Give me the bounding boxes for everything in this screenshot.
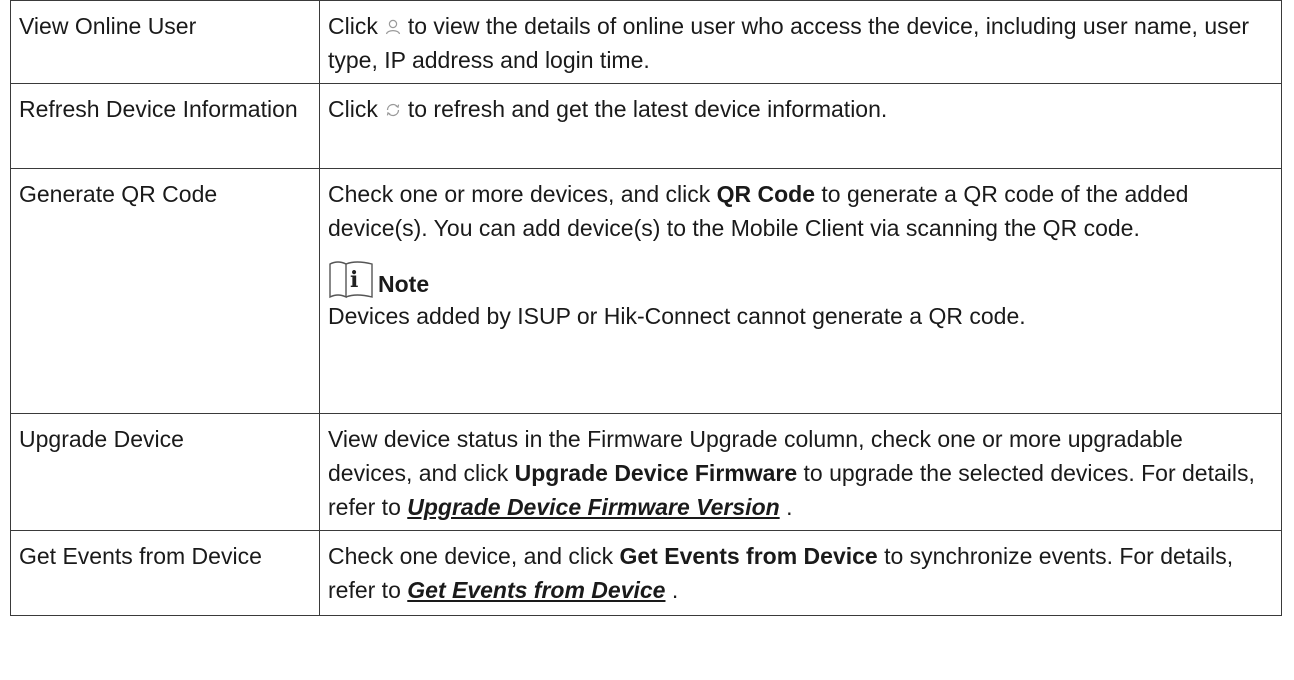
feature-name: Upgrade Device bbox=[19, 426, 184, 452]
cross-reference-link[interactable]: Get Events from Device bbox=[407, 577, 665, 603]
ui-term-bold: Upgrade Device Firmware bbox=[514, 460, 798, 486]
desc-text-segment: Click bbox=[328, 96, 378, 122]
table-row: Get Events from Device Check one device,… bbox=[10, 530, 1282, 616]
info-note-icon: i bbox=[329, 261, 373, 299]
feature-cell: View Online User bbox=[10, 0, 320, 84]
table-row: Refresh Device Information Click to refre… bbox=[10, 83, 1282, 169]
feature-table: View Online User Click to view the detail… bbox=[10, 0, 1282, 616]
table-row: Generate QR Code Check one or more devic… bbox=[10, 168, 1282, 414]
svg-text:i: i bbox=[350, 267, 358, 293]
description-text: Check one or more devices, and click QR … bbox=[328, 177, 1273, 245]
feature-cell: Upgrade Device bbox=[10, 413, 320, 531]
feature-name: Refresh Device Information bbox=[19, 96, 298, 122]
feature-name: Get Events from Device bbox=[19, 543, 262, 569]
cross-reference-link[interactable]: Upgrade Device Firmware Version bbox=[407, 494, 779, 520]
desc-text-segment: Click bbox=[328, 13, 378, 39]
note-text: Devices added by ISUP or Hik-Connect can… bbox=[328, 303, 1026, 329]
feature-name: Generate QR Code bbox=[19, 181, 218, 207]
feature-cell: Get Events from Device bbox=[10, 530, 320, 616]
ui-term-bold: QR Code bbox=[716, 181, 816, 207]
desc-text-segment: to view the details of online user who a… bbox=[328, 13, 1250, 73]
description-cell: Click to refresh and get the latest devic… bbox=[319, 83, 1282, 169]
description-cell: Check one or more devices, and click QR … bbox=[319, 168, 1282, 414]
description-cell: Click to view the details of online user … bbox=[319, 0, 1282, 84]
description-cell: Check one device, and click Get Events f… bbox=[319, 530, 1282, 616]
note-label: Note bbox=[378, 271, 430, 297]
description-text: Click to refresh and get the latest devic… bbox=[328, 92, 1273, 126]
desc-text-segment: Check one device, and click bbox=[328, 543, 614, 569]
desc-text-segment: Check one or more devices, and click bbox=[328, 181, 711, 207]
description-text: View device status in the Firmware Upgra… bbox=[328, 422, 1273, 524]
description-text: Check one device, and click Get Events f… bbox=[328, 539, 1273, 607]
feature-cell: Generate QR Code bbox=[10, 168, 320, 414]
refresh-icon bbox=[386, 103, 400, 117]
table-row: View Online User Click to view the detail… bbox=[10, 0, 1282, 84]
note-block: i Note Devices added by ISUP or Hik-Conn… bbox=[328, 255, 1273, 333]
note-header: i Note bbox=[328, 255, 1273, 299]
description-text: Click to view the details of online user … bbox=[328, 9, 1273, 77]
desc-text-segment: to refresh and get the latest device inf… bbox=[407, 96, 888, 122]
feature-name: View Online User bbox=[19, 13, 197, 39]
table-row: Upgrade Device View device status in the… bbox=[10, 413, 1282, 531]
description-cell: View device status in the Firmware Upgra… bbox=[319, 413, 1282, 531]
user-icon bbox=[385, 19, 400, 35]
desc-text-segment: . bbox=[671, 577, 679, 603]
ui-term-bold: Get Events from Device bbox=[619, 543, 878, 569]
desc-text-segment: . bbox=[786, 494, 793, 520]
feature-cell: Refresh Device Information bbox=[10, 83, 320, 169]
